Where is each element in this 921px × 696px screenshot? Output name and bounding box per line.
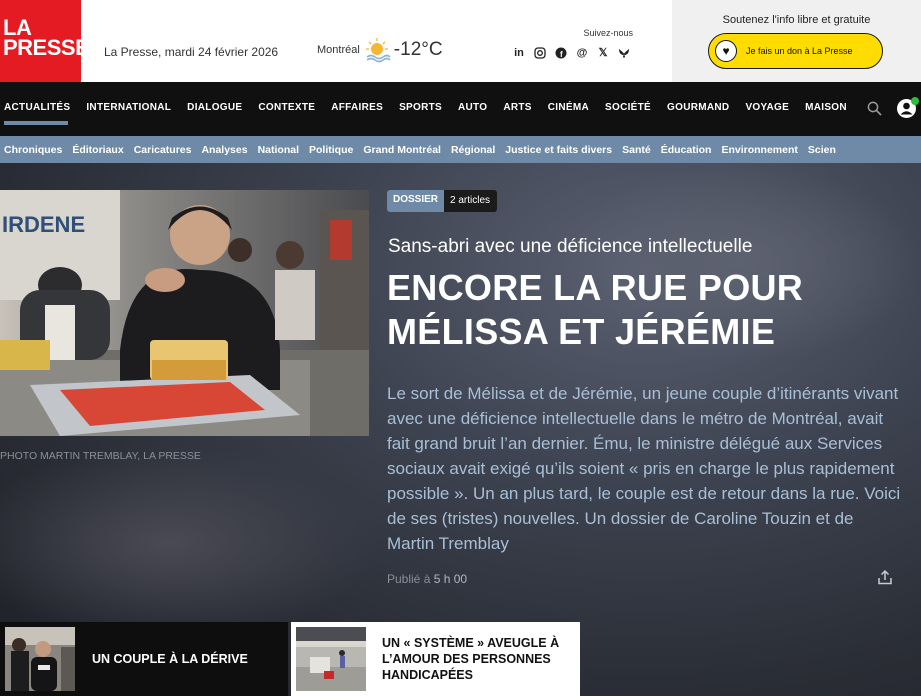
social-links: Suivez-nous in f @ 𝕏: [513, 28, 633, 59]
dateline: La Presse, mardi 24 février 2026: [104, 45, 279, 59]
subnav-item-justice-et-faits-divers[interactable]: Justice et faits divers: [505, 144, 612, 156]
main-nav: ACTUALITÉS INTERNATIONAL DIALOGUE CONTEXTE A…: [0, 82, 921, 136]
subnav-item-sante[interactable]: Santé: [622, 144, 651, 156]
svg-text:f: f: [560, 50, 563, 59]
featured-photo[interactable]: IRDENE: [0, 190, 369, 436]
site-header: LA PRESSE La Presse, mardi 24 février 20…: [0, 0, 921, 82]
publish-time: Publié à 5 h 00: [387, 572, 467, 586]
facebook-icon[interactable]: f: [555, 47, 567, 59]
threads-icon[interactable]: @: [576, 47, 588, 59]
weather-temperature: -12°C: [393, 39, 443, 60]
user-account-icon[interactable]: [897, 97, 919, 118]
nav-item-cinema[interactable]: CINÉMA: [548, 102, 589, 113]
subnav-item-scien[interactable]: Scien: [808, 144, 836, 156]
nav-item-maison[interactable]: MAISON: [805, 102, 847, 113]
donate-button-label: Je fais un don à La Presse: [746, 46, 853, 56]
nav-item-international[interactable]: INTERNATIONAL: [86, 102, 171, 113]
related-article-title: UN COUPLE À LA DÉRIVE: [92, 652, 248, 666]
nav-item-voyage[interactable]: VOYAGE: [745, 102, 789, 113]
headline-line-1: ENCORE LA RUE POUR: [387, 267, 804, 308]
instagram-icon[interactable]: [534, 47, 546, 59]
linkedin-icon[interactable]: in: [513, 47, 525, 59]
bluesky-icon[interactable]: [618, 47, 630, 59]
story-kicker: Sans-abri avec une déficience intellectu…: [388, 236, 753, 257]
subnav-item-national[interactable]: National: [258, 144, 299, 156]
nav-item-auto[interactable]: AUTO: [458, 102, 487, 113]
sun-cloud-icon: [364, 37, 392, 63]
follow-label: Suivez-nous: [583, 28, 633, 38]
subnav-item-regional[interactable]: Régional: [451, 144, 495, 156]
subnav-item-education[interactable]: Éducation: [661, 144, 712, 156]
subnav-item-analyses[interactable]: Analyses: [201, 144, 247, 156]
nav-item-actualites[interactable]: ACTUALITÉS: [4, 102, 70, 113]
logo-line-2: PRESSE: [3, 35, 90, 60]
nav-item-sports[interactable]: SPORTS: [399, 102, 442, 113]
online-status-dot: [911, 97, 919, 105]
subnav-item-editoriaux[interactable]: Éditoriaux: [72, 144, 123, 156]
nav-item-contexte[interactable]: CONTEXTE: [258, 102, 315, 113]
dossier-count: 2 articles: [450, 195, 491, 206]
story-headline[interactable]: ENCORE LA RUE POUR MÉLISSA ET JÉRÉMIE: [387, 266, 887, 354]
nav-item-dialogue[interactable]: DIALOGUE: [187, 102, 242, 113]
search-icon[interactable]: [867, 101, 882, 116]
nav-item-gourmand[interactable]: GOURMAND: [667, 102, 729, 113]
nav-item-societe[interactable]: SOCIÉTÉ: [605, 102, 651, 113]
weather-city: Montréal: [317, 44, 360, 56]
donate-button[interactable]: ♥ Je fais un don à La Presse: [708, 33, 883, 69]
la-presse-logo[interactable]: LA PRESSE: [0, 0, 90, 82]
related-article-card[interactable]: UN « SYSTÈME » AVEUGLE À L’AMOUR DES PER…: [291, 622, 580, 696]
subnav-item-grand-montreal[interactable]: Grand Montréal: [363, 144, 441, 156]
active-nav-indicator: [4, 121, 68, 125]
related-article-card[interactable]: UN COUPLE À LA DÉRIVE: [0, 622, 288, 696]
nav-item-affaires[interactable]: AFFAIRES: [331, 102, 383, 113]
dossier-badge[interactable]: DOSSIER 2 articles: [387, 190, 498, 212]
related-article-thumbnail: [5, 627, 75, 691]
subnav-item-chroniques[interactable]: Chroniques: [4, 144, 62, 156]
published-time: 5 h 00: [433, 572, 468, 586]
published-prefix: Publié à: [387, 572, 431, 586]
subnav-item-environnement[interactable]: Environnement: [721, 144, 797, 156]
featured-story: IRDENE PHOTO MARTIN TREMBLAY, LA PRESSE …: [0, 163, 921, 696]
x-icon[interactable]: 𝕏: [597, 47, 609, 59]
subnav-item-politique[interactable]: Politique: [309, 144, 353, 156]
related-article-title: UN « SYSTÈME » AVEUGLE À L’AMOUR DES PER…: [382, 636, 560, 682]
dossier-label: DOSSIER: [387, 190, 445, 212]
section-subnav: Chroniques Éditoriaux Caricatures Analyses N…: [0, 136, 921, 163]
story-summary: Le sort de Mélissa et de Jérémie, un jeu…: [387, 384, 901, 553]
share-icon[interactable]: [877, 569, 893, 585]
nav-item-arts[interactable]: ARTS: [503, 102, 531, 113]
weather-widget[interactable]: Montréal -12°C: [317, 36, 443, 64]
photo-credit: PHOTO MARTIN TREMBLAY, LA PRESSE: [0, 450, 201, 462]
related-article-thumbnail: [296, 627, 366, 691]
svg-text:IRDENE: IRDENE: [2, 212, 85, 237]
subnav-item-caricatures[interactable]: Caricatures: [134, 144, 192, 156]
support-text: Soutenez l'info libre et gratuite: [722, 14, 871, 26]
heart-icon: ♥: [715, 40, 737, 62]
support-box: Soutenez l'info libre et gratuite ♥ Je f…: [672, 0, 921, 82]
headline-line-2: MÉLISSA ET JÉRÉMIE: [387, 311, 776, 352]
